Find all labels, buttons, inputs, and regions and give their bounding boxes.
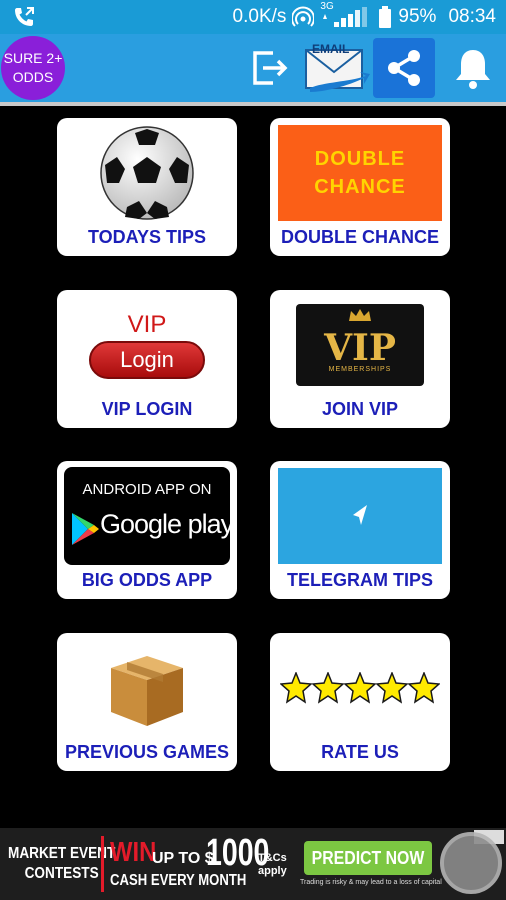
ad-tcs-line2: apply (258, 865, 287, 877)
star-icon (408, 672, 440, 704)
tile-art: VIP MEMBERSHIPS (270, 296, 450, 394)
bell-icon (456, 50, 490, 89)
tile-label: VIP LOGIN (101, 399, 193, 419)
notifications-button[interactable] (448, 38, 498, 98)
tile-art (57, 639, 237, 737)
vip-badge-sub: MEMBERSHIPS (328, 365, 392, 373)
tile-label: JOIN VIP (321, 399, 399, 419)
play-badge-top: ANDROID APP ON (82, 481, 212, 498)
tile-art (270, 467, 450, 565)
telegram-icon (353, 505, 367, 525)
logo-line1: SURE 2+ (3, 50, 63, 66)
network-speed: 0.0K/s (232, 6, 287, 27)
crown-icon (349, 309, 371, 321)
tile-art: VIP Login (57, 296, 237, 394)
logo-line2: ODDS (12, 69, 54, 85)
tile-previous-games[interactable]: PREVIOUS GAMES (57, 633, 237, 771)
vip-membership-badge: VIP MEMBERSHIPS (296, 304, 424, 386)
vip-badge-text: VIP (324, 326, 396, 369)
google-play-badge: ANDROID APP ON Google play (64, 467, 234, 565)
phone-icon (15, 7, 34, 26)
vip-login-top: VIP (127, 311, 167, 338)
ad-left-line2: CONTESTS (24, 865, 99, 882)
email-button[interactable]: EMAIL (302, 38, 372, 98)
tile-art (57, 124, 237, 222)
hotspot-icon (292, 6, 315, 27)
ad-upto: UP TO $ (152, 850, 214, 867)
status-bar: 0.0K/s 3G 95% 08:34 (0, 0, 506, 34)
star-icon (344, 672, 376, 704)
share-button[interactable] (373, 38, 435, 98)
signal-icon: 3G (320, 1, 372, 28)
double-chance-line1: DOUBLE (314, 148, 406, 170)
ad-disclaimer: Trading is risky & may lead to a loss of… (300, 879, 442, 886)
ad-cta-label: PREDICT NOW (311, 847, 425, 868)
ad-banner[interactable]: MARKET EVENT CONTESTS WIN UP TO $ 1000 C… (0, 828, 506, 900)
login-pill-text: Login (120, 347, 174, 372)
tile-label: DOUBLE CHANCE (280, 227, 439, 247)
double-chance-banner: DOUBLE CHANCE (278, 125, 442, 221)
star-icon (280, 672, 312, 704)
tile-todays-tips[interactable]: TODAYS TIPS (57, 118, 237, 256)
ad-cash: CASH EVERY MONTH (110, 872, 247, 889)
tile-label: RATE US (321, 742, 399, 762)
soccer-ball-icon (100, 126, 194, 220)
app-bar: SURE 2+ ODDS EMAIL (0, 34, 506, 102)
ad-tcs-line1: T&Cs (258, 852, 287, 864)
google-play-icon (72, 513, 99, 545)
clock: 08:34 (448, 6, 496, 27)
play-badge-main: Google play (100, 509, 234, 539)
tile-rate-us[interactable]: RATE US (270, 633, 450, 771)
tile-label: BIG ODDS APP (81, 570, 213, 590)
ad-overlay-button[interactable] (440, 832, 502, 894)
tile-double-chance[interactable]: DOUBLE CHANCE DOUBLE CHANCE (270, 118, 450, 256)
tile-vip-login[interactable]: VIP Login VIP LOGIN (57, 290, 237, 428)
tile-art (270, 639, 450, 737)
tile-big-odds-app[interactable]: ANDROID APP ON Google play BIG ODDS APP (57, 461, 237, 599)
battery-icon (379, 6, 392, 28)
tile-telegram-tips[interactable]: TELEGRAM TIPS (270, 461, 450, 599)
exit-icon (253, 51, 288, 85)
ad-win: WIN (110, 836, 157, 867)
tile-label: TODAYS TIPS (87, 227, 207, 247)
tile-label: TELEGRAM TIPS (286, 570, 433, 590)
ad-left: MARKET EVENT CONTESTS (8, 844, 115, 884)
ad-left-line1: MARKET EVENT (8, 845, 116, 862)
tile-art: ANDROID APP ON Google play (57, 467, 237, 565)
app-bar-divider (0, 102, 506, 106)
star-icon (312, 672, 344, 704)
tile-join-vip[interactable]: VIP MEMBERSHIPS JOIN VIP (270, 290, 450, 428)
ad-tcs: T&Cs apply (258, 852, 287, 878)
share-icon (388, 50, 420, 86)
ad-divider (101, 836, 104, 892)
ad-cta-button[interactable]: PREDICT NOW (304, 841, 432, 875)
email-label: EMAIL (312, 42, 350, 56)
battery-percent: 95% (398, 6, 437, 27)
star-icon (376, 672, 408, 704)
tile-label: PREVIOUS GAMES (64, 742, 230, 762)
login-pill: Login (89, 341, 205, 379)
telegram-banner (278, 468, 442, 564)
exit-button[interactable] (246, 38, 294, 98)
app-logo[interactable]: SURE 2+ ODDS (1, 36, 65, 100)
rating-stars (280, 672, 440, 704)
tile-art: DOUBLE CHANCE (270, 124, 450, 222)
double-chance-line2: CHANCE (314, 176, 406, 198)
box-icon (111, 656, 183, 726)
